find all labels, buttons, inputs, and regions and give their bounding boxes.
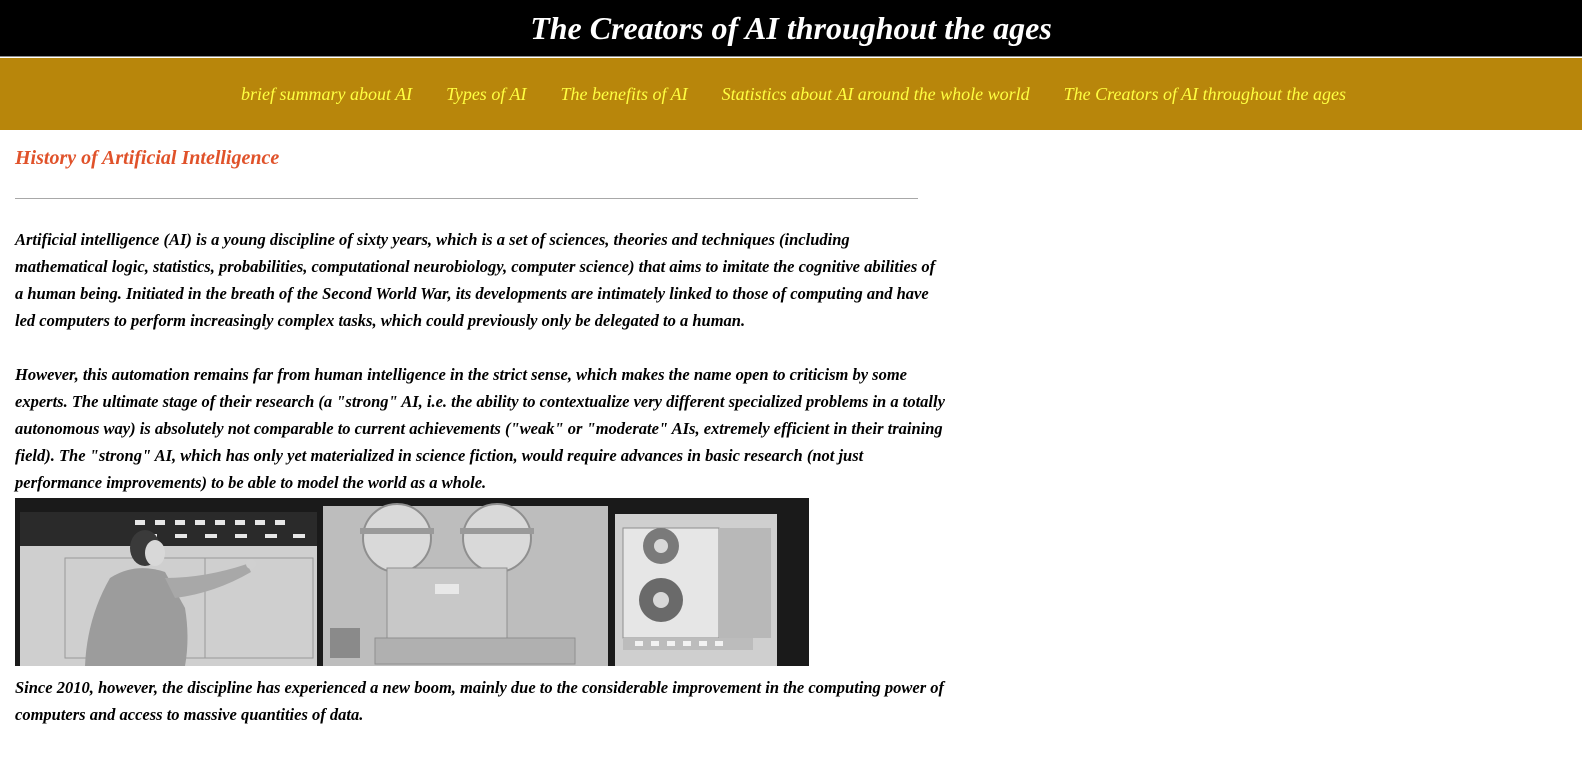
paragraph-boom: Since 2010, however, the discipline has … [15,678,945,724]
historic-computer-photo [15,498,809,666]
nav-link-types-of-ai[interactable]: Types of AI [446,84,526,105]
section-heading: History of Artificial Intelligence [15,147,280,169]
divider [15,198,918,199]
nav-link-creators[interactable]: The Creators of AI throughout the ages [1064,84,1346,105]
nav-link-brief-summary[interactable]: brief summary about AI [241,84,412,105]
nav-link-benefits[interactable]: The benefits of AI [560,84,687,105]
site-header: The Creators of AI throughout the ages [0,0,1582,57]
main-nav: brief summary about AI Types of AI The b… [0,58,1582,130]
paragraph-intro: Artificial intelligence (AI) is a young … [15,230,936,330]
site-title: The Creators of AI throughout the ages [530,10,1052,46]
paragraph-automation: However, this automation remains far fro… [15,365,945,492]
main-content: History of Artificial Intelligence Artif… [15,130,945,728]
nav-link-statistics[interactable]: Statistics about AI around the whole wor… [722,84,1030,105]
